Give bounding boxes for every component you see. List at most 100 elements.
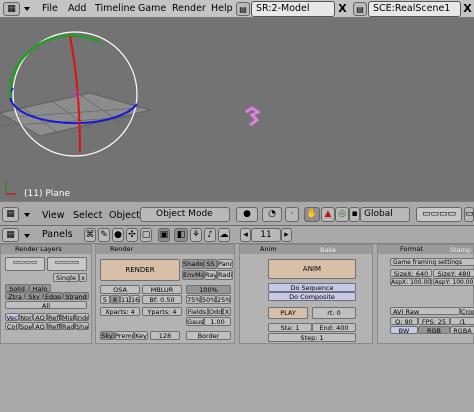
fields-x-toggle[interactable]: X	[223, 307, 231, 316]
world-buttons-icon[interactable]: ☁	[218, 228, 230, 242]
mode-select[interactable]: Object Mode	[140, 207, 230, 222]
aspect-y-field[interactable]: AspY: 100.00	[433, 278, 474, 286]
yparts-field[interactable]: Yparts: 4	[142, 307, 182, 316]
pass-spec[interactable]: Spec	[19, 322, 33, 330]
pass-refl-2[interactable]: Refl	[47, 322, 61, 330]
fps-field[interactable]: FPS: 25	[418, 317, 450, 325]
collapse-menu-icon[interactable]	[24, 7, 30, 11]
bake-tab[interactable]: Bake	[320, 246, 336, 254]
screen-browse-button[interactable]: ▤	[236, 2, 250, 16]
ray-toggle[interactable]: Ray	[204, 270, 217, 280]
panels-menu[interactable]: Panels	[42, 229, 73, 240]
bf-field[interactable]: Bf: 0.50	[142, 295, 182, 304]
single-layer-x[interactable]: x	[79, 273, 87, 282]
aspect-x-field[interactable]: AspX: 100.00	[390, 278, 432, 286]
key-toggle[interactable]: Key	[134, 331, 148, 340]
envmap-toggle[interactable]: EnvMa	[182, 270, 204, 280]
scene-layers-grid[interactable]: ▭▭▭▭	[5, 257, 45, 271]
menu-game[interactable]: Game	[138, 3, 166, 14]
fps-base-field[interactable]: /1	[450, 317, 474, 325]
lock-layers-button[interactable]: ▭	[464, 207, 474, 222]
layer-buttons[interactable]: ▭▭▭▭	[416, 207, 462, 222]
osa-11[interactable]: 11	[120, 295, 130, 304]
layer-solid[interactable]: Solid	[5, 284, 29, 292]
bw-toggle[interactable]: BW	[390, 326, 418, 334]
pass-index[interactable]: Index	[75, 313, 89, 321]
layer-sky[interactable]: Sky	[25, 292, 43, 300]
ss-toggle[interactable]: SS	[204, 259, 217, 269]
shading-context-icon[interactable]: ●	[112, 228, 124, 242]
pass-rad[interactable]: Rad	[61, 322, 75, 330]
do-sequence-toggle[interactable]: Do Sequence	[268, 283, 356, 292]
menu-select[interactable]: Select	[73, 210, 102, 221]
play-button[interactable]: PLAY	[268, 307, 308, 319]
pass-vec[interactable]: Vec	[5, 313, 19, 321]
menu-add[interactable]: Add	[68, 3, 86, 14]
editor-type-icon[interactable]: ▦	[2, 228, 19, 242]
editor-type-icon[interactable]: ▦	[3, 2, 20, 16]
anim-buttons-icon[interactable]: ⚘	[190, 228, 202, 242]
crop-toggle[interactable]: Crop	[460, 307, 474, 315]
pct-50[interactable]: 50%	[201, 295, 216, 304]
menu-view[interactable]: View	[42, 210, 65, 221]
menu-file[interactable]: File	[42, 3, 58, 14]
anim-tab[interactable]: Anim	[240, 245, 372, 254]
sound-buttons-icon[interactable]: ♪	[204, 228, 216, 242]
pass-mist[interactable]: Mist	[61, 313, 75, 321]
layer-halo[interactable]: Halo	[29, 284, 51, 292]
3d-viewport[interactable]: (11) Plane	[0, 18, 474, 201]
end-frame-field[interactable]: End: 400	[312, 323, 356, 332]
premul-toggle[interactable]: Premul	[114, 331, 134, 340]
fields-toggle[interactable]: Fields	[186, 307, 208, 316]
editing-context-icon[interactable]: ▢	[140, 228, 152, 242]
stamp-tab[interactable]: Stamp	[450, 246, 471, 254]
osa-16[interactable]: 16	[130, 295, 140, 304]
odd-toggle[interactable]: Odd	[208, 307, 223, 316]
pivot-icon[interactable]: ◔	[262, 207, 282, 222]
border-toggle[interactable]: Border	[186, 331, 231, 340]
sky-toggle[interactable]: Sky	[100, 331, 114, 340]
layer-strand[interactable]: Strand	[63, 292, 89, 300]
codec-select[interactable]: AVI Raw	[390, 307, 460, 315]
osa-toggle[interactable]: OSA	[100, 285, 140, 294]
pct-25[interactable]: 25%	[216, 295, 231, 304]
rt-field[interactable]: rt: 0	[312, 307, 356, 319]
start-frame-field[interactable]: Sta: 1	[268, 323, 312, 332]
object-context-icon[interactable]: ✣	[126, 228, 138, 242]
key-value[interactable]: 128	[150, 331, 180, 340]
render-button[interactable]: RENDER	[100, 259, 180, 281]
step-field[interactable]: Step: 1	[268, 333, 356, 342]
logic-context-icon[interactable]: ⌘	[84, 228, 96, 242]
screen-name-field[interactable]: SR:2-Model	[251, 1, 335, 17]
scene-name-field[interactable]: SCE:RealScene1	[368, 1, 461, 17]
pass-nor[interactable]: Nor	[19, 313, 33, 321]
menu-timeline[interactable]: Timeline	[95, 3, 135, 14]
scene-context-icon[interactable]: ▣	[158, 228, 170, 242]
menu-render[interactable]: Render	[172, 3, 206, 14]
scene-delete-icon[interactable]: X	[461, 1, 474, 17]
frame-prev-arrow[interactable]: ◂	[240, 228, 251, 242]
pct-75[interactable]: 75%	[186, 295, 201, 304]
osa-5[interactable]: 5	[100, 295, 110, 304]
shadow-toggle[interactable]: Shado	[182, 259, 204, 269]
script-context-icon[interactable]: ✎	[98, 228, 110, 242]
pass-col[interactable]: Col	[5, 322, 19, 330]
rotate-icon[interactable]: ◎	[335, 207, 349, 222]
scene-browse-button[interactable]: ▤	[353, 2, 367, 16]
size-y-field[interactable]: SizeY: 480	[433, 269, 474, 277]
single-layer-toggle[interactable]: Single	[53, 273, 79, 282]
format-preset-select[interactable]: Game framing settings	[390, 258, 474, 266]
lamp-object[interactable]	[245, 106, 261, 127]
scene-layers-grid-2[interactable]: ▭▭▭▭	[47, 257, 87, 271]
pass-ao-2[interactable]: AO	[33, 322, 47, 330]
radio-toggle[interactable]: Radi	[217, 270, 233, 280]
layer-edge[interactable]: Edge	[43, 292, 63, 300]
frame-next-arrow[interactable]: ▸	[281, 228, 292, 242]
collapse-menu-icon[interactable]	[24, 213, 30, 217]
pano-toggle[interactable]: Pano	[217, 259, 233, 269]
screen-delete-icon[interactable]: X	[336, 1, 349, 17]
do-composite-toggle[interactable]: Do Composite	[268, 292, 356, 301]
scale-icon[interactable]: ▪	[349, 207, 360, 222]
layer-all[interactable]: All	[5, 301, 87, 309]
gauss-value[interactable]: 1.00	[204, 317, 231, 326]
